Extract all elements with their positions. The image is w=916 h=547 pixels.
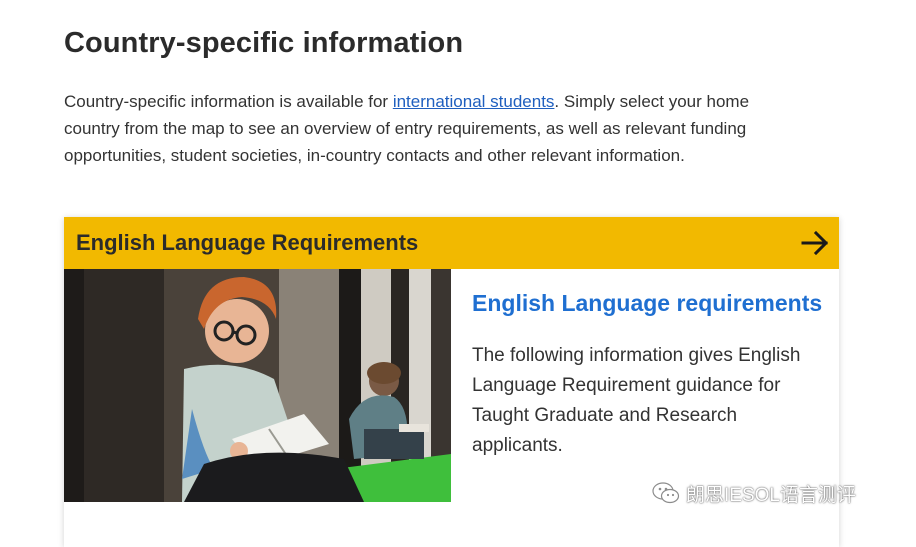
arrow-right-icon[interactable] [799,227,831,259]
intro-text-start: Country-specific information is availabl… [64,92,393,111]
wechat-icon [652,482,680,504]
international-students-link[interactable]: international students [393,92,555,111]
watermark: 朗思IESOL语言测评 [652,480,856,506]
watermark-text: 朗思IESOL语言测评 [686,484,856,506]
intro-paragraph: Country-specific information is availabl… [64,88,804,169]
student-reading-photo [64,269,451,502]
card-header[interactable]: English Language Requirements [64,217,839,269]
card-body-text: The following information gives English … [472,345,801,456]
card-header-title: English Language Requirements [76,230,419,255]
card-body: English Language requirements The follow… [472,269,832,461]
card-body-title[interactable]: English Language requirements [472,269,832,317]
page-title: Country-specific information [64,27,464,59]
